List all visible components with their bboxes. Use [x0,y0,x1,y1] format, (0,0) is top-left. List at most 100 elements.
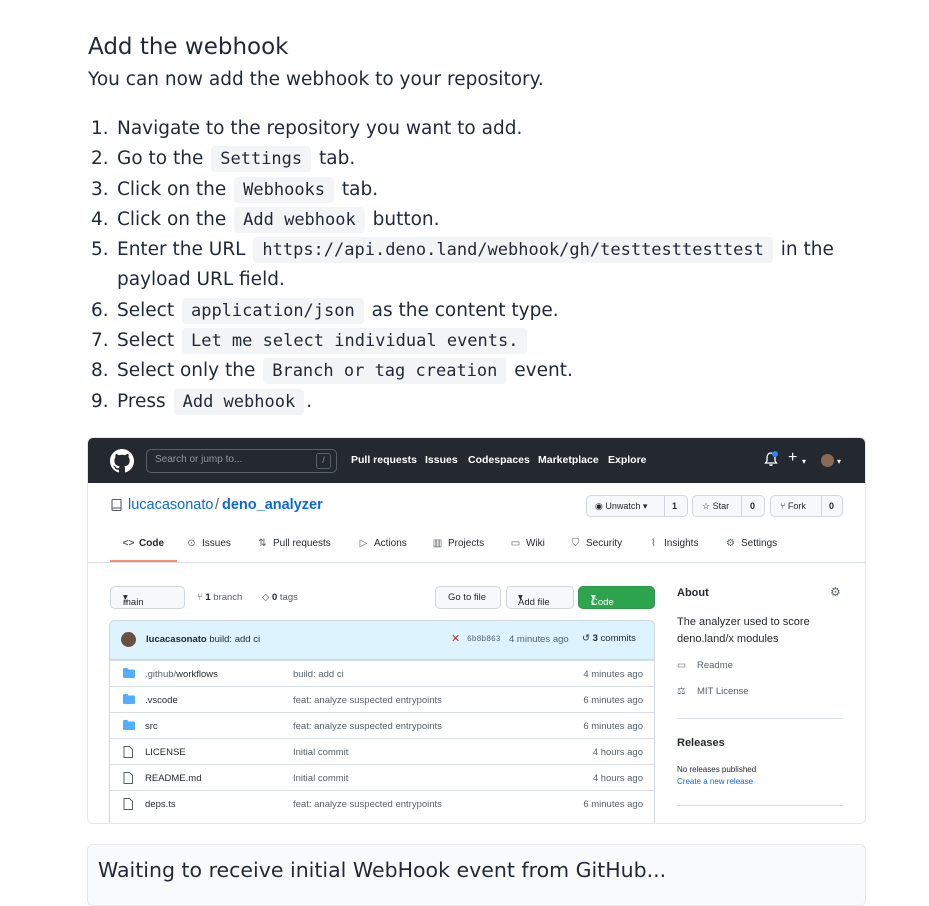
commits-link[interactable]: ↺ 3 commits [582,633,636,644]
tab-settings[interactable]: ⚙ Settings [724,538,777,562]
step-text: button. [372,208,440,230]
tab-label: Settings [741,538,778,549]
tab-projects[interactable]: ▥ Projects [431,538,484,562]
commit-sha[interactable]: 6b8b863 [467,635,501,644]
file-browser: lucacasonato build: add ci ✕ 6b8b863 4 m… [109,620,655,823]
nav-marketplace[interactable]: Marketplace [538,454,599,466]
unwatch-button[interactable]: ◉ Unwatch ▾ 1 [586,495,688,517]
create-release-link[interactable]: Create a new release [677,777,753,786]
step-code: Add webhook [173,388,305,415]
file-commit-message[interactable]: Initial commit [293,773,348,784]
file-row[interactable]: .github/workflows build: add ci 4 minute… [110,660,654,687]
failed-status-icon[interactable]: ✕ [451,632,460,645]
tab-actions[interactable]: ▷ Actions [357,538,407,562]
step-text: Click on the [117,178,227,200]
branch-count-link[interactable]: ⑂ 1 branch [197,592,242,603]
gear-icon: ⚙ [726,538,735,549]
tabs-divider [88,562,865,563]
steps-list: 1. Navigate to the repository you want to… [91,114,871,417]
webhook-status-text: Waiting to receive initial WebHook event… [98,858,667,882]
repo-owner-link[interactable]: lucacasonato [128,497,213,513]
go-to-file-label: Go to file [448,592,487,603]
file-name[interactable]: .github/workflows [145,669,218,680]
file-commit-message[interactable]: feat: analyze suspected entrypoints [293,721,442,732]
law-scale-icon: ⚖ [677,686,686,697]
code-button[interactable]: ⤓ Code ▾ [578,586,655,609]
step-code: Webhooks [234,176,335,203]
file-row[interactable]: LICENSE Initial commit 4 hours ago [110,738,654,765]
code-icon: <> [122,538,135,549]
user-avatar[interactable] [821,454,834,467]
go-to-file-button[interactable]: Go to file [435,586,501,609]
file-name[interactable]: .vscode [145,695,178,706]
author-avatar[interactable] [121,632,136,647]
github-screenshot: Search or jump to... / Pull requests Iss… [87,437,866,824]
file-name[interactable]: LICENSE [145,747,186,758]
github-search-input[interactable]: Search or jump to... / [146,449,337,473]
project-icon: ▥ [432,538,443,549]
file-row[interactable]: src feat: analyze suspected entrypoints … [110,712,654,739]
commit-count: 3 [592,633,598,644]
tab-insights[interactable]: ⌇ Insights [647,538,698,562]
github-logo-icon[interactable] [110,449,134,473]
notification-bell-icon[interactable] [764,451,778,467]
tab-code[interactable]: <> Code [122,538,164,562]
add-file-button[interactable]: Add file ▾ [506,586,574,609]
tab-pull-requests[interactable]: ⇅ Pull requests [256,538,331,562]
step-item: 8. Select only the Branch or tag creation… [91,356,871,386]
branch-name: main [123,597,144,608]
step-item: 3. Click on the Webhooks tab. [91,175,871,205]
readme-link[interactable]: ▭ Readme [677,660,733,671]
create-new-icon[interactable]: + [788,449,797,467]
tab-label: Insights [664,538,699,549]
file-row[interactable]: deps.ts feat: analyze suspected entrypoi… [110,790,654,817]
step-code: application/json [181,297,364,324]
tag-word: tags [279,592,298,603]
nav-explore[interactable]: Explore [608,454,647,466]
tag-count-link[interactable]: ◇ 0 tags [262,592,298,603]
file-name[interactable]: src [145,721,158,732]
step-text: as the content type. [371,299,559,321]
gear-icon[interactable]: ⚙ [830,585,841,599]
step-number: 8. [91,360,109,382]
graph-icon: ⌇ [651,538,656,549]
fork-button[interactable]: ⑂ Fork 0 [770,495,843,517]
repo-name-link[interactable]: deno_analyzer [222,497,323,513]
play-icon: ▷ [359,538,368,549]
nav-codespaces[interactable]: Codespaces [468,454,530,466]
license-link[interactable]: ⚖ MIT License [677,686,749,697]
file-commit-message[interactable]: feat: analyze suspected entrypoints [293,799,442,810]
fork-label: Fork [787,501,806,511]
file-name[interactable]: README.md [145,773,201,784]
branch-select[interactable]: ⑂ main ▾ [110,586,185,609]
file-commit-message[interactable]: feat: analyze suspected entrypoints [293,695,442,706]
section-intro: You can now add the webhook to your repo… [88,69,544,90]
nav-pull-requests[interactable]: Pull requests [351,454,417,466]
file-commit-message[interactable]: build: add ci [293,669,344,680]
step-code: Branch or tag creation [263,358,507,385]
tab-security[interactable]: ⛉ Security [569,538,622,562]
github-header: Search or jump to... / Pull requests Iss… [88,438,865,483]
commit-message[interactable]: build: add ci [209,634,260,645]
tab-issues[interactable]: ⊙ Issues [185,538,231,562]
commit-summary: lucacasonato build: add ci [146,634,260,645]
step-text: Select [117,299,175,321]
commit-author[interactable]: lucacasonato [146,634,207,645]
step-number: 5. [91,239,109,261]
nav-issues[interactable]: Issues [425,454,458,466]
file-age: 6 minutes ago [583,799,643,810]
file-name[interactable]: deps.ts [145,799,176,810]
releases-heading[interactable]: Releases [677,737,725,749]
file-row[interactable]: README.md Initial commit 4 hours ago [110,764,654,791]
tag-count: 0 [271,592,278,603]
about-heading: About [677,587,709,599]
star-label: Star [712,501,730,511]
file-commit-message[interactable]: Initial commit [293,747,348,758]
file-row[interactable]: .vscode feat: analyze suspected entrypoi… [110,686,654,713]
step-text: Select only the [117,360,256,382]
tab-label: Wiki [526,538,545,549]
star-button[interactable]: ☆ Star 0 [692,495,765,517]
tab-wiki[interactable]: ▭ Wiki [509,538,545,562]
step-code-url[interactable]: https://api.deno.land/webhook/gh/testtes… [253,237,773,264]
tab-label: Projects [448,538,485,549]
